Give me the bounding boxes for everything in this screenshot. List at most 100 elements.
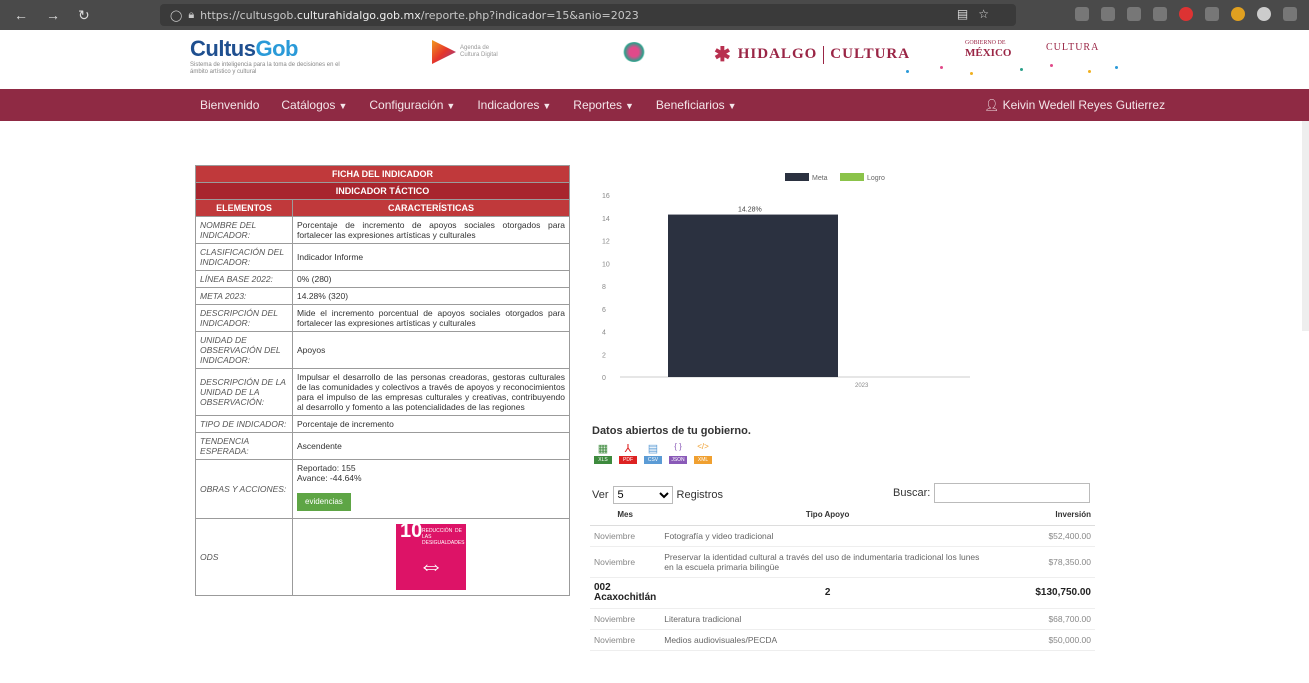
extension-icon[interactable] <box>1127 7 1141 21</box>
records-table: Mes Tipo Apoyo Inversión Noviembre Fotog… <box>590 504 1095 651</box>
x-tick-label: 2023 <box>855 383 869 389</box>
registros-label: Registros <box>676 489 723 501</box>
cultusgob-logo[interactable]: CultusGob Sistema de inteligencia para l… <box>190 36 340 76</box>
cell-inversion: $78,350.00 <box>995 546 1095 578</box>
decorative-dots <box>900 64 1140 76</box>
cell-mes: Noviembre <box>590 546 661 578</box>
adblock-icon[interactable] <box>1179 7 1193 21</box>
row-value: Impulsar el desarrollo de las personas c… <box>292 368 570 416</box>
address-bar[interactable]: ◯ 🔒︎ https://cultusgob. culturahidalgo.go… <box>160 4 1016 26</box>
col-tipo-apoyo[interactable]: Tipo Apoyo <box>660 504 995 526</box>
browser-toolbar: ← → ↻ ◯ 🔒︎ https://cultusgob. culturahida… <box>0 0 1309 30</box>
agenda-text: Agenda de Cultura Digital <box>460 45 498 58</box>
nav-catalogos[interactable]: Catálogos ▼ <box>281 98 347 112</box>
y-tick-label: 0 <box>602 375 606 382</box>
format-tag: XLS <box>594 456 612 464</box>
col-caracteristicas: CARACTERÍSTICAS <box>292 199 570 217</box>
sheet-title: FICHA DEL INDICADOR <box>195 165 570 183</box>
export-xls-icon[interactable]: ▦ XLS <box>594 442 612 464</box>
forward-arrow-icon[interactable]: → <box>46 7 60 24</box>
row-label: CLASIFICACIÓN DEL INDICADOR: <box>195 243 293 271</box>
main-navigation: Bienvenido Catálogos ▼ Configuración ▼ Ind… <box>0 89 1309 121</box>
row-value: Indicador Informe <box>292 243 570 271</box>
cell-inversion: $52,400.00 <box>995 525 1095 547</box>
nav-label: Bienvenido <box>200 98 260 112</box>
cell-tipo: Literatura tradicional <box>660 608 995 630</box>
extensions <box>1075 7 1297 21</box>
nav-reportes[interactable]: Reportes ▼ <box>573 98 634 112</box>
indicator-sheet-table: FICHA DEL INDICADOR INDICADOR TÁCTICO EL… <box>195 165 570 596</box>
row-label: OBRAS Y ACCIONES: <box>195 459 293 519</box>
download-icon[interactable] <box>1101 7 1115 21</box>
cell-tipo: Medios audiovisuales/PECDA <box>660 629 995 651</box>
reload-icon[interactable]: ↻ <box>78 7 90 24</box>
sheet-header-row: ELEMENTOS CARACTERÍSTICAS <box>195 199 570 217</box>
nav-beneficiarios[interactable]: Beneficiarios ▼ <box>656 98 737 112</box>
search-control: Buscar: <box>893 483 1091 503</box>
agenda-mark-icon <box>432 40 456 64</box>
cultura-text: CULTURA <box>830 46 911 62</box>
y-tick-label: 8 <box>602 284 606 291</box>
shield-ext-icon[interactable] <box>1205 7 1219 21</box>
url-path: /reporte.php?indicador=15&anio=2023 <box>420 8 639 22</box>
legend-swatch-logro <box>840 173 864 181</box>
group-row: 002 Acaxochitlán 2 $130,750.00 <box>590 577 1095 609</box>
table-row: Noviembre Preservar la identidad cultura… <box>590 546 1095 578</box>
cell-inversion: $50,000.00 <box>995 629 1095 651</box>
shield-icon: ◯ <box>170 8 183 22</box>
row-value: 0% (280) <box>292 270 570 288</box>
format-glyph: </> <box>697 442 709 451</box>
col-inversion[interactable]: Inversión <box>995 504 1095 526</box>
open-data-title: Datos abiertos de tu gobierno. <box>592 425 751 437</box>
flower-logo-icon <box>622 42 646 62</box>
legend-label-logro: Logro <box>867 175 885 182</box>
nav-indicadores[interactable]: Indicadores ▼ <box>477 98 551 112</box>
back-arrow-icon[interactable]: ← <box>14 7 28 24</box>
evidencias-button[interactable]: evidencias <box>297 493 351 511</box>
sheet-title-row: FICHA DEL INDICADOR <box>195 165 570 183</box>
gobierno-mexico-logo: GOBIERNO DE MÉXICO <box>965 38 1011 59</box>
export-xml-icon[interactable]: </> XML <box>694 442 712 464</box>
logo-separator <box>823 45 825 64</box>
y-tick-label: 14 <box>602 216 610 223</box>
ods-number: 10 <box>400 520 423 542</box>
caret-down-icon: ▼ <box>542 101 552 111</box>
export-pdf-icon[interactable]: ⅄ PDF <box>619 442 637 464</box>
col-mes[interactable]: Mes <box>590 504 661 526</box>
hidalgo-cultura-logo: ✱ HIDALGO CULTURA <box>714 42 910 67</box>
table-row: UNIDAD DE OBSERVACIÓN DEL INDICADOR: Apoy… <box>195 331 570 369</box>
nav-bienvenido[interactable]: Bienvenido <box>200 98 259 112</box>
cell-mes: Noviembre <box>590 608 661 630</box>
row-label: DESCRIPCIÓN DEL INDICADOR: <box>195 304 293 332</box>
search-input[interactable] <box>934 483 1091 503</box>
menu-icon[interactable] <box>1283 7 1297 21</box>
sheet-subtitle-row: INDICADOR TÁCTICO <box>195 182 570 200</box>
row-value: Ascendente <box>292 432 570 460</box>
export-json-icon[interactable]: { } JSON <box>669 442 687 464</box>
cookie-icon[interactable] <box>1231 7 1245 21</box>
brand-subtitle: Sistema de inteligencia para la toma de … <box>190 62 340 75</box>
brand-gob: Gob <box>255 36 298 61</box>
address-actions: ▤ ☆ <box>957 7 989 21</box>
cell-total: $130,750.00 <box>995 577 1095 609</box>
pocket-icon[interactable] <box>1075 7 1089 21</box>
table-row: Noviembre Fotografía y video tradicional… <box>590 525 1095 547</box>
profile-icon[interactable] <box>1257 7 1271 21</box>
reader-icon[interactable]: ▤ <box>957 7 968 21</box>
ods-text: REDUCCIÓN DE LAS DESIGUALDADES <box>422 528 465 546</box>
bookmark-star-icon[interactable]: ☆ <box>978 7 989 21</box>
page-scrollbar[interactable] <box>1302 121 1309 331</box>
export-csv-icon[interactable]: ▤ CSV <box>644 442 662 464</box>
cell-tipo: Fotografía y video tradicional <box>660 525 995 547</box>
caret-down-icon: ▼ <box>446 101 456 111</box>
user-menu[interactable]: 👤︎ Keivin Wedell Reyes Gutierrez <box>984 98 1165 112</box>
table-row: TENDENCIA ESPERADA: Ascendente <box>195 432 570 460</box>
format-tag: CSV <box>644 456 662 464</box>
page-size-select[interactable]: 5 <box>612 486 673 504</box>
nav-configuracion[interactable]: Configuración ▼ <box>369 98 455 112</box>
cultura-logo: CULTURA <box>1046 42 1100 53</box>
history-icon[interactable] <box>1153 7 1167 21</box>
format-tag: JSON <box>669 456 687 464</box>
row-label: TIPO DE INDICADOR: <box>195 415 293 433</box>
bar-data-label: 14.28% <box>738 207 762 214</box>
